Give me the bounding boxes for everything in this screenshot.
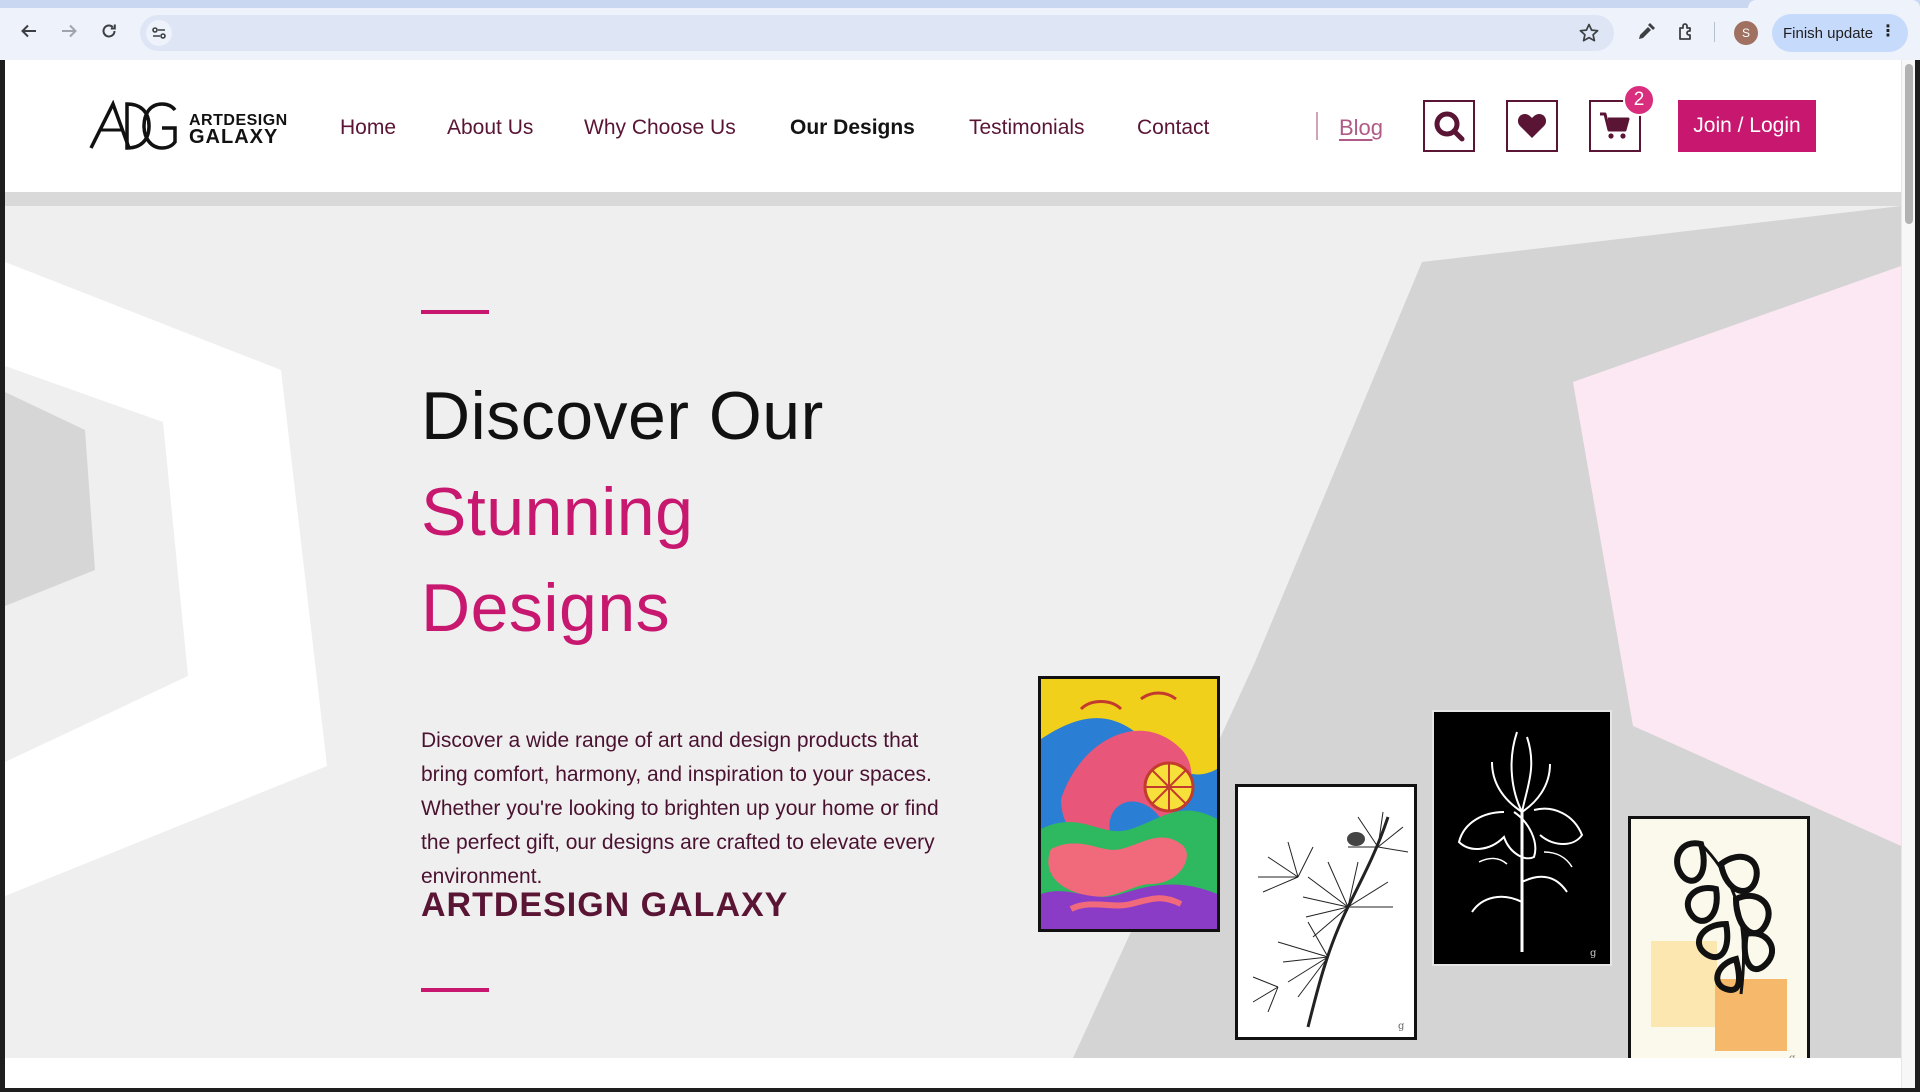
nav-blog[interactable]: Blog xyxy=(1339,115,1383,141)
hero-title-line-3: Designs xyxy=(421,570,671,646)
nav-why-choose-us[interactable]: Why Choose Us xyxy=(584,116,736,140)
nav-our-designs[interactable]: Our Designs xyxy=(790,116,915,140)
search-icon xyxy=(1434,111,1465,142)
svg-text:g: g xyxy=(1398,1021,1405,1032)
page-viewport: ARTDESIGN GALAXY Home About Us Why Choos… xyxy=(5,60,1901,1088)
hero-title-line-1: Discover Our xyxy=(421,378,824,454)
accent-line-top xyxy=(421,310,489,314)
browser-toolbar: S Finish update ⋮ xyxy=(0,0,1920,60)
address-bar[interactable] xyxy=(140,15,1614,51)
hero-section: Discover Our Stunning Designs Discover a… xyxy=(5,206,1901,1058)
logo-monogram xyxy=(89,100,177,150)
page-scrollbar[interactable] xyxy=(1901,60,1915,1088)
forward-icon[interactable] xyxy=(58,20,80,42)
accent-line-bottom xyxy=(421,988,489,992)
page-bottom-strip xyxy=(5,1058,1901,1088)
artwork-lily-black[interactable]: g xyxy=(1432,710,1612,966)
artwork-pine-branch[interactable]: g xyxy=(1235,784,1417,1040)
profile-avatar[interactable]: S xyxy=(1734,21,1758,45)
tab-strip xyxy=(0,0,1920,8)
artwork-colorful-wave[interactable] xyxy=(1038,676,1220,932)
join-login-button[interactable]: Join / Login xyxy=(1678,100,1816,152)
artwork-leaf-peach[interactable]: g xyxy=(1628,816,1810,1058)
reload-icon[interactable] xyxy=(98,20,120,42)
logo-wordmark: ARTDESIGN GALAXY xyxy=(189,112,288,148)
header-divider xyxy=(5,192,1901,206)
nav-separator xyxy=(1316,112,1318,140)
search-button[interactable] xyxy=(1423,100,1475,152)
back-icon[interactable] xyxy=(18,20,40,42)
nav-home[interactable]: Home xyxy=(340,116,396,140)
hero-title: Discover Our Stunning Designs xyxy=(421,368,824,656)
active-tab[interactable] xyxy=(1748,0,1920,8)
eyedropper-icon[interactable] xyxy=(1634,20,1658,44)
bookmark-star-icon[interactable] xyxy=(1578,22,1600,44)
more-menu-icon[interactable]: ⋮ xyxy=(1880,23,1896,41)
logo-line-2: GALAXY xyxy=(189,126,279,148)
heart-icon xyxy=(1517,114,1547,138)
scrollbar-thumb[interactable] xyxy=(1905,64,1913,224)
finish-update-button[interactable]: Finish update ⋮ xyxy=(1772,14,1908,52)
wishlist-button[interactable] xyxy=(1506,100,1558,152)
hero-background-shapes xyxy=(5,206,1901,1058)
nav-contact[interactable]: Contact xyxy=(1137,116,1209,140)
svg-text:g: g xyxy=(1590,948,1597,959)
site-logo[interactable]: ARTDESIGN GALAXY xyxy=(89,100,289,154)
hero-description: Discover a wide range of art and design … xyxy=(421,729,939,888)
nav-about-us[interactable]: About Us xyxy=(447,116,533,140)
extensions-icon[interactable] xyxy=(1674,20,1698,44)
site-info-icon[interactable] xyxy=(146,20,172,46)
toolbar-divider xyxy=(1714,22,1715,42)
finish-update-label: Finish update xyxy=(1783,24,1874,42)
nav-testimonials[interactable]: Testimonials xyxy=(969,116,1085,140)
site-header: ARTDESIGN GALAXY Home About Us Why Choos… xyxy=(5,60,1901,192)
cart-count-badge: 2 xyxy=(1623,84,1655,116)
cart-icon xyxy=(1600,112,1630,139)
hero-brand-name: ARTDESIGN GALAXY xyxy=(421,886,789,924)
hero-title-line-2: Stunning xyxy=(421,474,694,550)
